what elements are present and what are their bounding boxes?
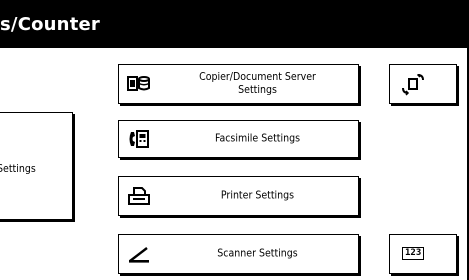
copier-label-line2: Settings: [238, 84, 277, 96]
printer-settings-label: Printer Settings: [220, 189, 295, 202]
copier-document-server-icon: [127, 74, 151, 94]
counter-icon: 123: [402, 247, 425, 260]
facsimile-settings-label: Facsimile Settings: [214, 132, 300, 145]
copier-label-line1: Copier/Document Server: [199, 71, 316, 83]
printer-settings-button[interactable]: Printer Settings: [118, 176, 359, 216]
scanner-settings-label: Scanner Settings: [217, 247, 298, 260]
facsimile-settings-button[interactable]: Facsimile Settings: [118, 120, 359, 158]
scanner-icon: [127, 244, 151, 264]
title-bar: s/Counter: [0, 0, 469, 48]
counter-badge-text: 123: [405, 248, 422, 258]
printer-icon: [127, 186, 151, 206]
page-title: s/Counter: [0, 14, 100, 35]
transfer-button[interactable]: [389, 64, 457, 104]
transfer-arrows-icon: [400, 74, 426, 96]
left-settings-button[interactable]: Settings: [0, 112, 73, 220]
scanner-settings-button[interactable]: Scanner Settings: [118, 234, 359, 274]
copier-document-server-settings-label: Copier/Document Server Settings: [163, 71, 352, 97]
left-settings-label: Settings: [0, 163, 36, 175]
facsimile-icon: [127, 129, 151, 149]
counter-button[interactable]: 123: [389, 234, 457, 274]
copier-document-server-settings-button[interactable]: Copier/Document Server Settings: [118, 64, 359, 104]
